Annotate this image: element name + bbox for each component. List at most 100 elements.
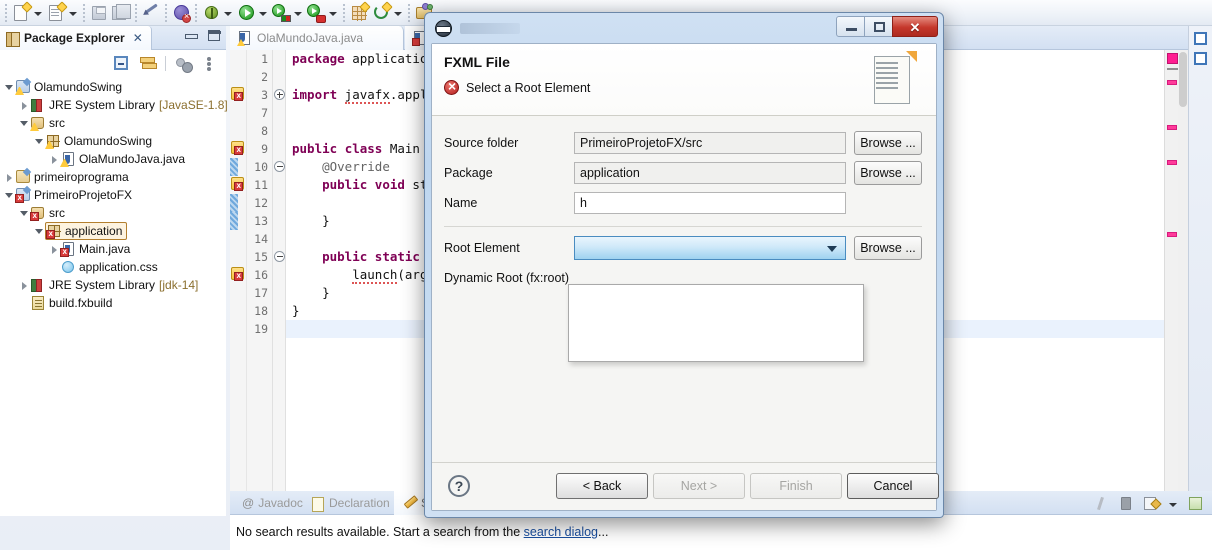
outline-view-icon[interactable] [1194,52,1207,65]
new-search-icon[interactable] [1188,496,1204,512]
twisty-expanded-icon[interactable] [34,222,45,240]
name-input[interactable]: h [574,192,846,214]
dialog-close-button[interactable]: ✕ [892,16,938,37]
maximize-icon[interactable] [208,30,221,41]
fold-collapse-icon[interactable] [274,251,285,262]
minimize-icon[interactable] [185,30,198,41]
coverage-icon[interactable] [306,3,326,23]
new-java-class-button[interactable] [45,0,80,26]
overview-error-marker[interactable] [1167,80,1177,85]
pin-icon[interactable] [1143,496,1159,512]
tree-item-jre-system-library[interactable]: JRE System Library [jdk-14] [0,276,226,294]
tab-package-explorer[interactable]: Package Explorer ✕ [0,26,152,50]
tree-item-primeiroprograma[interactable]: primeiroprograma [0,168,226,186]
project-tree[interactable]: OlamundoSwing JRE System Library [JavaSE-1… [0,76,228,516]
overview-error-marker[interactable] [1167,232,1177,237]
tree-item-application-css[interactable]: application.css [0,258,226,276]
tree-item-content[interactable]: PrimeiroProjetoFX [15,187,132,203]
restore-view-icon[interactable] [1194,32,1207,45]
chevron-down-icon[interactable] [327,3,338,23]
new-wizard-icon[interactable] [11,0,33,23]
link-with-editor-icon[interactable] [139,55,157,72]
search-dialog-link[interactable]: search dialog [524,525,598,539]
tree-item-content[interactable]: OlamundoSwing [45,133,152,149]
twisty-collapsed-icon[interactable] [4,168,15,186]
chevron-down-icon[interactable] [827,246,837,252]
editor-overview-ruler[interactable] [1164,50,1178,491]
package-input[interactable]: application [574,162,846,184]
twisty-expanded-icon[interactable] [19,204,30,222]
scrollbar-thumb[interactable] [1179,52,1187,107]
dialog-titlebar[interactable]: ✕ [425,13,943,43]
tree-item-content[interactable]: application.css [60,259,158,275]
overview-error-marker[interactable] [1167,160,1177,165]
debug-button[interactable] [200,0,235,26]
source-folder-input[interactable]: PrimeiroProjetoFX/src [574,132,846,154]
tree-item-content[interactable]: Main.java [60,241,130,257]
editor-warning-error-marker[interactable] [231,266,246,281]
tree-item-jre-system-library[interactable]: JRE System Library [JavaSE-1.8] [0,96,228,114]
tree-item-main-java[interactable]: Main.java [0,240,226,258]
editor-vertical-scrollbar[interactable] [1178,50,1188,491]
skip-breakpoints-icon[interactable] [141,3,161,23]
tree-item-content[interactable]: application [45,222,128,240]
tree-item-content[interactable]: JRE System Library [jdk-14] [30,277,198,293]
run-icon[interactable] [236,3,256,23]
save-icon[interactable] [89,3,109,23]
help-icon[interactable]: ? [448,475,470,497]
package-browse-button[interactable]: Browse ... [854,161,922,185]
twisty-expanded-icon[interactable] [19,114,30,132]
twisty-collapsed-icon[interactable] [19,96,30,114]
new-java-project-icon[interactable] [349,0,371,23]
chevron-down-icon[interactable] [392,3,403,23]
tree-item-build-fxbuild[interactable]: build.fxbuild [0,294,226,312]
run-search-icon[interactable] [1095,496,1111,512]
tree-item-content[interactable]: OlamundoSwing [15,79,122,95]
editor-warning-error-marker[interactable] [231,176,246,191]
collapse-all-icon[interactable] [113,55,130,72]
source-folder-browse-button[interactable]: Browse ... [854,131,922,155]
twisty-expanded-icon[interactable] [4,78,15,96]
twisty-collapsed-icon[interactable] [49,150,60,168]
debug-icon[interactable] [201,3,221,23]
tree-item-src[interactable]: src [0,114,226,132]
tree-item-content[interactable]: build.fxbuild [30,295,112,311]
editor-folding-column[interactable] [273,50,286,491]
tree-item-olamundojava-java[interactable]: OlaMundoJava.java [0,150,226,168]
new-wizard-button[interactable] [10,0,45,26]
fold-collapse-icon[interactable] [274,161,285,172]
overview-top-marker[interactable] [1167,53,1178,64]
overview-error-marker[interactable] [1167,125,1177,130]
new-java-class-icon[interactable] [46,0,68,23]
editor-tab-olamundojava[interactable]: OlaMundoJava.java [230,26,404,50]
external-tools-button[interactable] [270,0,305,26]
tree-item-content[interactable]: src [30,205,65,221]
editor-warning-error-marker[interactable] [231,140,246,155]
tab-javadoc[interactable]: @ Javadoc [234,491,311,515]
tree-item-primeiroprojetofx[interactable]: PrimeiroProjetoFX [0,186,226,204]
root-element-dropdown-list[interactable] [568,284,864,362]
chevron-down-icon[interactable] [257,3,268,23]
tree-item-content[interactable]: JRE System Library [JavaSE-1.8] [30,97,228,113]
dialog-maximize-button[interactable] [864,16,893,37]
back-button[interactable]: < Back [556,473,648,499]
tree-item-olamundoswing[interactable]: OlamundoSwing [0,78,226,96]
view-menu-icon[interactable] [201,55,218,72]
tree-item-olamundoswing[interactable]: OlamundoSwing [0,132,226,150]
editor-marker-column[interactable] [230,50,247,491]
chevron-down-icon[interactable] [222,3,233,23]
stop-icon[interactable] [1119,496,1135,512]
twisty-collapsed-icon[interactable] [49,240,60,258]
tab-declaration[interactable]: Declaration [304,491,398,515]
close-icon[interactable]: ✕ [893,17,937,36]
cancel-button[interactable]: Cancel [847,473,939,499]
chevron-down-icon[interactable] [67,3,78,23]
refresh-button[interactable] [370,0,405,26]
root-element-combobox[interactable] [574,236,846,260]
chevron-down-icon[interactable] [32,3,43,23]
twisty-expanded-icon[interactable] [4,186,15,204]
editor-warning-error-marker[interactable] [231,86,246,101]
twisty-collapsed-icon[interactable] [19,276,30,294]
coverage-button[interactable] [305,0,340,26]
close-icon[interactable]: ✕ [133,31,143,45]
